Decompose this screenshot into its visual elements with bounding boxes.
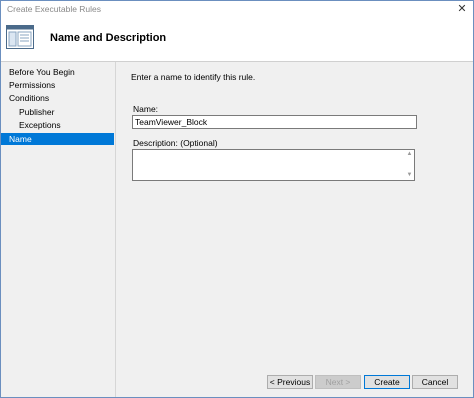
wizard-steps-sidebar: Before You Begin Permissions Conditions … [1,62,116,397]
sidebar-item-label: Permissions [9,80,56,90]
main-panel: Enter a name to identify this rule. Name… [116,62,473,368]
name-field[interactable]: TeamViewer_Block [132,115,417,129]
sidebar-item-label: Exceptions [19,120,61,130]
wizard-header: Name and Description [1,17,473,62]
description-field[interactable]: ▲ ▼ [132,149,415,181]
sidebar-item-publisher[interactable]: Publisher [1,106,114,118]
cancel-button[interactable]: Cancel [412,375,458,389]
create-button[interactable]: Create [364,375,410,389]
wizard-footer: < Previous Next > Create Cancel [116,368,473,397]
sidebar-item-conditions[interactable]: Conditions [1,92,114,104]
intro-text: Enter a name to identify this rule. [131,72,256,82]
window-title: Create Executable Rules [7,4,102,14]
description-scrollbar[interactable]: ▲ ▼ [405,150,414,180]
sidebar-item-name[interactable]: Name [1,133,114,145]
scroll-up-icon[interactable]: ▲ [406,151,413,158]
previous-button[interactable]: < Previous [267,375,313,389]
sidebar-item-permissions[interactable]: Permissions [1,79,114,91]
sidebar-item-label: Name [9,134,32,144]
sidebar-item-before-you-begin[interactable]: Before You Begin [1,66,114,78]
page-title: Name and Description [50,32,167,44]
description-label: Description: (Optional) [133,138,218,148]
close-icon[interactable]: ✕ [451,1,473,17]
sidebar-item-label: Publisher [19,107,55,117]
create-executable-rules-window: Create Executable Rules ✕ Name and Descr… [0,0,474,398]
sidebar-item-label: Before You Begin [9,67,75,77]
scroll-down-icon[interactable]: ▼ [406,172,413,179]
next-button[interactable]: Next > [315,375,361,389]
name-label: Name: [133,104,159,114]
sidebar-item-label: Conditions [9,93,50,103]
sidebar-item-exceptions[interactable]: Exceptions [1,119,114,131]
title-bar: Create Executable Rules ✕ [1,1,473,17]
wizard-page-icon [6,25,34,49]
